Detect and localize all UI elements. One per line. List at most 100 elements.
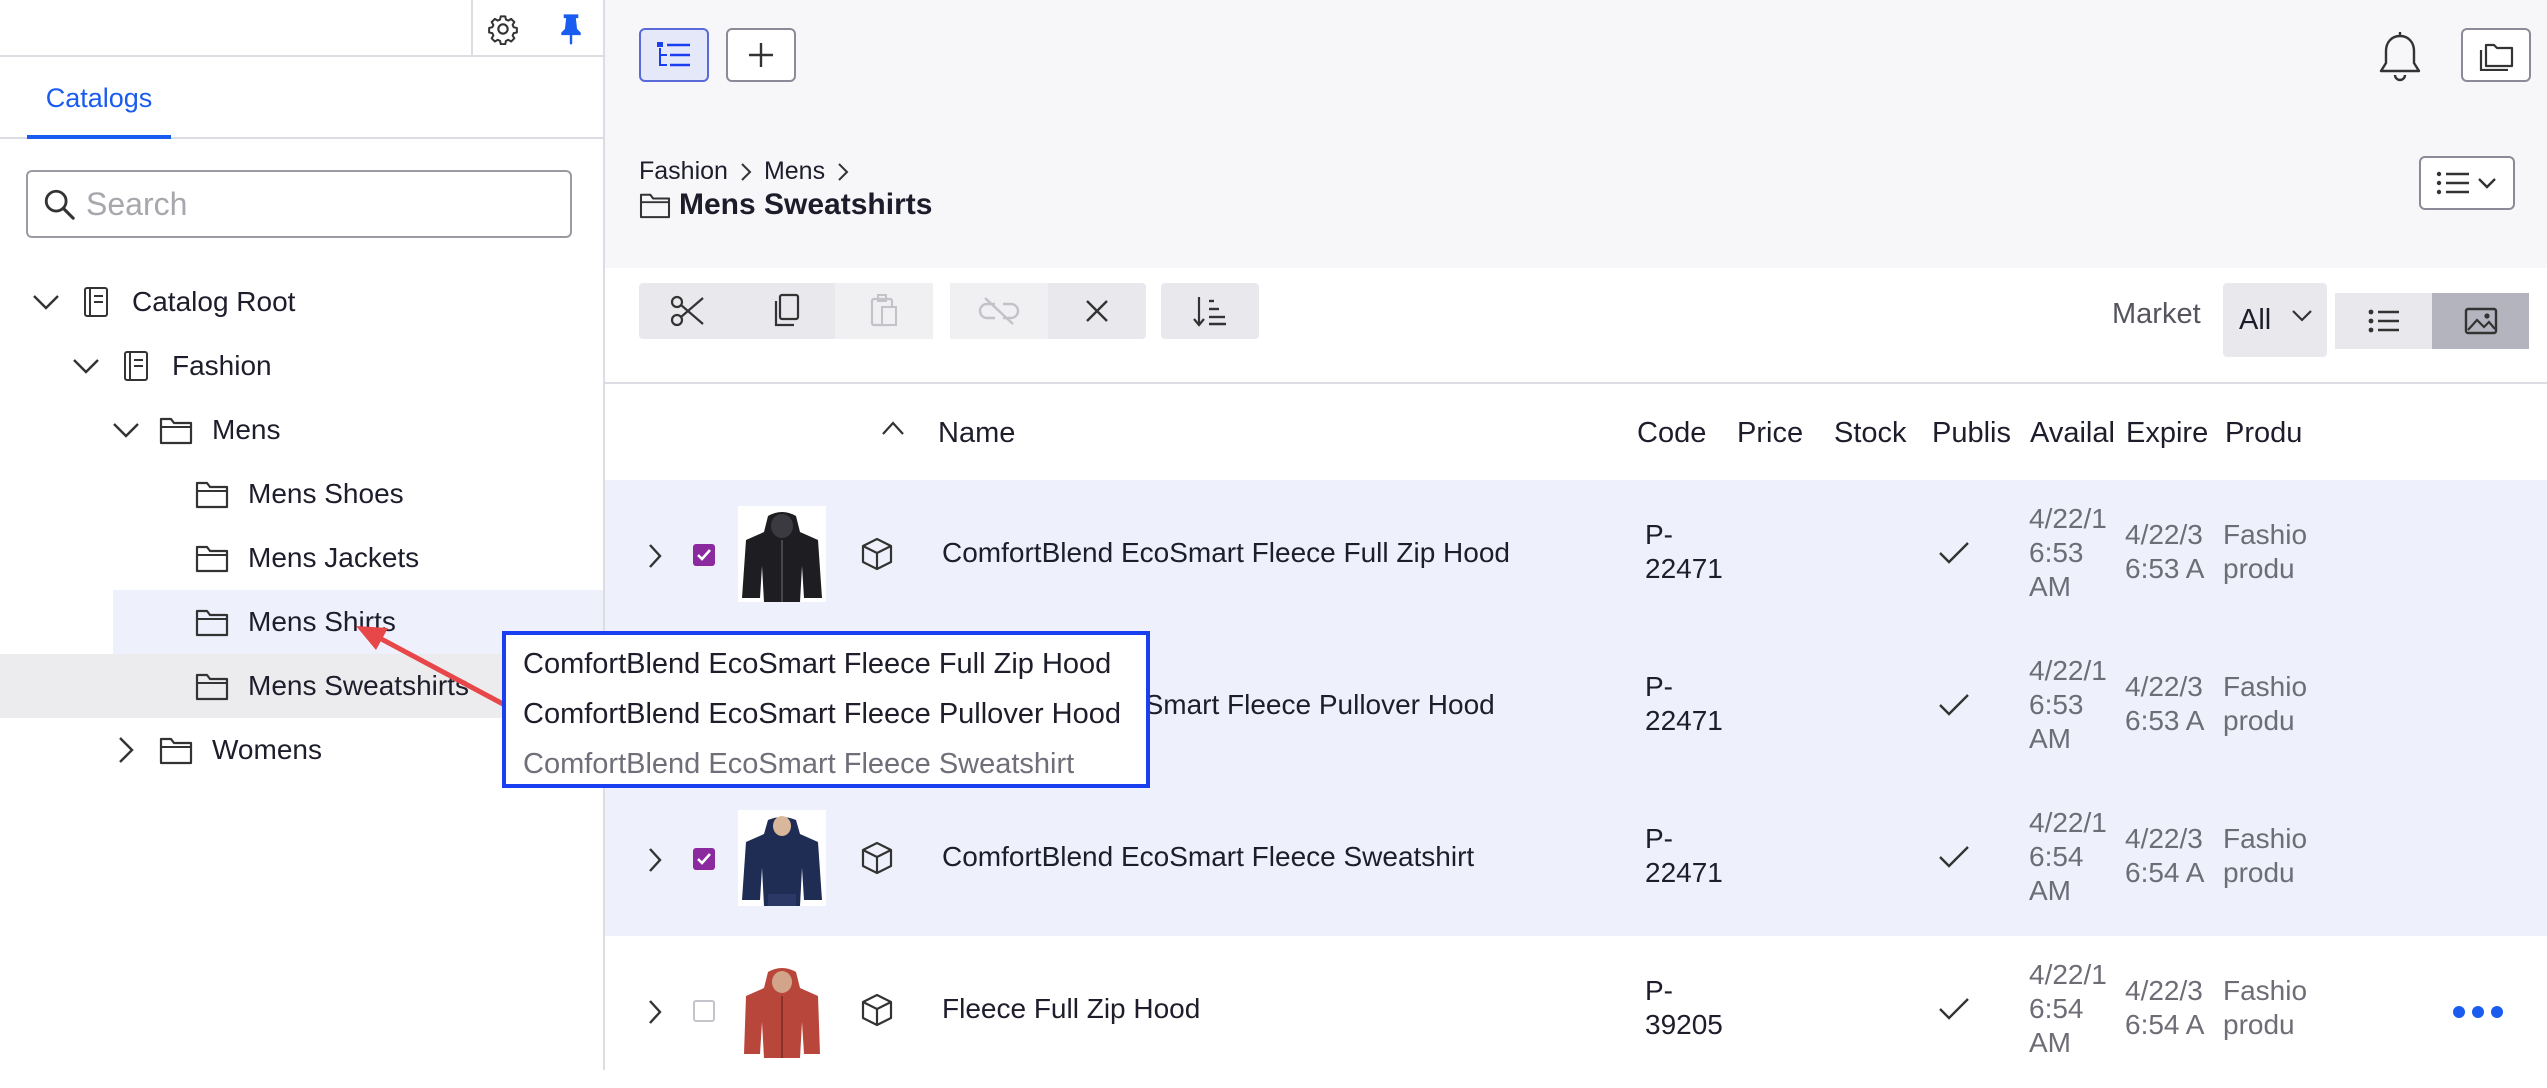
tree-item-mens[interactable]: Mens [106,398,280,462]
row-checkbox[interactable] [693,1000,715,1022]
paste-icon [870,294,897,327]
notifications-button[interactable] [2375,30,2433,90]
table-row[interactable]: Fleece Full Zip Hood P- 39205 4/22/1 6:54 A… [605,936,2547,1088]
market-select[interactable]: All [2223,283,2327,357]
catalog-tree-panel: Catalogs Catalog Root Fashion [0,0,605,1070]
expand-row-button[interactable] [647,542,663,570]
breadcrumb: Fashion Mens [639,157,861,186]
pin-button[interactable] [540,0,602,57]
table-row[interactable]: ComfortBlend EcoSmart Fleece Sweatshirt … [605,784,2547,936]
column-header-product-type[interactable]: Produ [2225,384,2309,482]
view-mode-toggle [2335,293,2529,349]
product-thumbnail [738,810,826,906]
expire-date: 4/22/3 6:53 A [2125,519,2205,584]
folder-icon [639,193,671,219]
unlink-button[interactable] [950,283,1048,339]
expand-row-button[interactable] [647,998,663,1026]
tree-item-womens[interactable]: Womens [106,718,322,782]
panel-tabs: Catalogs [0,57,603,139]
row-checkbox[interactable] [693,544,715,566]
tree-item-catalog-root[interactable]: Catalog Root [26,270,295,334]
paste-button[interactable] [835,283,933,339]
pin-icon [561,13,581,45]
search-input[interactable] [84,184,554,224]
copy-button[interactable] [737,283,835,339]
settings-button[interactable] [471,0,533,57]
product-icon [859,992,895,1028]
product-type: Fashio produ [2223,823,2308,888]
tree-item-fashion[interactable]: Fashion [66,334,272,398]
unlink-icon [978,297,1020,325]
available-date: 4/22/1 6:53 AM [2029,655,2107,754]
tab-catalogs[interactable]: Catalogs [27,77,171,139]
main-content: Fashion Mens Mens Sweatshirts Market All… [605,0,2547,1070]
grid-header: Name Code Price Stock Publis Availal Exp… [605,382,2547,480]
workspace-button[interactable] [2461,28,2531,82]
search-icon [44,189,75,220]
table-row[interactable]: ComfortBlend EcoSmart Fleece Full Zip Ho… [605,480,2547,632]
check-icon [697,853,711,865]
delete-button[interactable] [1048,283,1146,339]
list-icon [2368,309,2399,333]
published-check-icon [1937,996,1971,1022]
product-name: ComfortBlend EcoSmart Fleece Sweatshirt [942,841,1475,872]
cut-button[interactable] [639,283,737,339]
chevron-down-icon [2292,310,2312,322]
product-thumbnail [738,962,826,1058]
active-tab-underline [27,135,171,139]
product-type: Fashio produ [2223,671,2308,736]
tree-item-label: Mens Jackets [248,542,420,573]
product-thumbnail [738,506,826,602]
row-checkbox[interactable] [693,848,715,870]
breadcrumb-item-mens[interactable]: Mens [764,157,825,186]
product-type: Fashio produ [2223,975,2308,1040]
chevron-right-icon [740,162,752,182]
chevron-right-icon[interactable] [106,730,146,770]
chevron-down-icon[interactable] [26,282,66,322]
view-options-button[interactable] [2419,156,2515,210]
available-date: 4/22/1 6:54 AM [2029,959,2107,1058]
drag-item: ComfortBlend EcoSmart Fleece Sweatshirt [523,748,1075,780]
drag-preview-popup: ComfortBlend EcoSmart Fleece Full Zip Ho… [502,631,1150,788]
column-header-name[interactable]: Name [938,384,1238,482]
product-name: Fleece Full Zip Hood [942,993,1201,1024]
tree-item-label: Catalog Root [132,286,296,317]
chevron-down-icon[interactable] [66,346,106,386]
published-check-icon [1937,692,1971,718]
page-title: Mens Sweatshirts [679,188,933,221]
expand-row-button[interactable] [647,846,663,874]
column-header-price[interactable]: Price [1737,384,1817,482]
sort-ascending-button[interactable] [881,420,905,436]
add-button[interactable] [726,28,796,82]
image-view-button[interactable] [2432,293,2529,349]
row-actions-button[interactable] [2452,1004,2504,1020]
column-header-code[interactable]: Code [1637,384,1717,482]
list-view-button[interactable] [2335,293,2432,349]
folder-icon [194,476,230,512]
folder-icon [158,412,194,448]
product-icon [859,840,895,876]
folder-icon [194,668,230,704]
tree-item-mens-jackets[interactable]: Mens Jackets [194,526,419,590]
expire-date: 4/22/3 6:54 A [2125,975,2205,1040]
chevron-down-icon[interactable] [106,410,146,450]
column-header-published[interactable]: Publis [1932,384,2019,482]
breadcrumb-item-fashion[interactable]: Fashion [639,157,728,186]
left-panel-toolbar [0,0,603,57]
folder-icon [158,732,194,768]
catalog-search[interactable] [26,170,572,238]
product-name: coSmart Fleece Pullover Hood [1115,689,1495,720]
market-value: All [2239,303,2272,336]
drag-item: ComfortBlend EcoSmart Fleece Full Zip Ho… [523,648,1112,680]
sort-toolbar [1161,283,1259,339]
scissors-icon [670,295,704,327]
sort-button[interactable] [1161,283,1259,339]
tree-item-mens-shoes[interactable]: Mens Shoes [194,462,404,526]
column-header-expires[interactable]: Expire [2126,384,2216,482]
tree-view-toggle-button[interactable] [639,28,709,82]
column-header-available[interactable]: Availal [2030,384,2116,482]
tree-list-icon [657,42,690,67]
column-header-stock[interactable]: Stock [1834,384,1914,482]
gear-icon [488,14,518,45]
plus-icon [749,43,773,67]
